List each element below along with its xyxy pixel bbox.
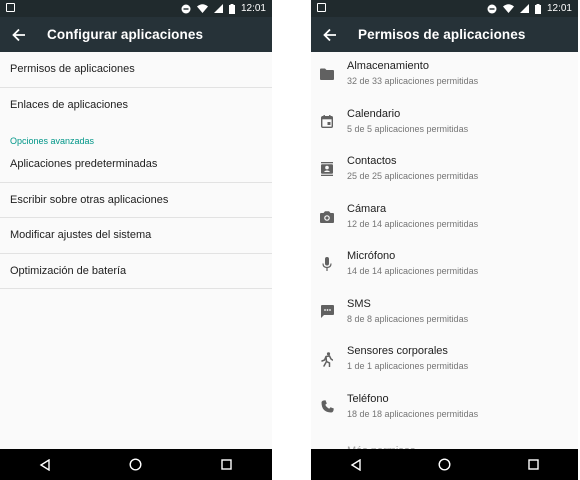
menu-item-bateria[interactable]: Optimización de batería	[0, 254, 272, 289]
calendar-icon	[319, 114, 335, 130]
permission-count: 32 de 33 aplicaciones permitidas	[347, 76, 479, 86]
home-nav-icon[interactable]	[126, 455, 146, 475]
menu-item-label: Modificar ajustes del sistema	[10, 229, 152, 242]
signal-icon	[519, 4, 529, 13]
menu-item-predeterminadas[interactable]: Aplicaciones predeterminadas	[0, 147, 272, 183]
permission-item-sensores[interactable]: Sensores corporales 1 de 1 aplicaciones …	[311, 337, 578, 385]
status-bar: 12:01	[311, 0, 578, 17]
menu-item-label: Enlaces de aplicaciones	[10, 99, 129, 112]
permission-count: 1 de 1 aplicaciones permitidas	[347, 361, 469, 371]
permission-count: 18 de 18 aplicaciones permitidas	[347, 408, 479, 419]
page-title: Configurar aplicaciones	[47, 27, 204, 42]
permission-name: Cámara	[347, 202, 387, 215]
phone-screen-left: 12:01 Configurar aplicaciones Permisos d…	[0, 0, 272, 480]
notification-icon	[6, 3, 15, 12]
phone-icon	[319, 399, 335, 415]
permission-item-telefono[interactable]: Teléfono 18 de 18 aplicaciones permitida…	[311, 385, 578, 433]
permission-item-contactos[interactable]: Contactos 25 de 25 aplicaciones permitid…	[311, 147, 578, 195]
section-header-advanced: Opciones avanzadas	[10, 136, 95, 146]
permission-count: 12 de 14 aplicaciones permitidas	[347, 218, 479, 229]
signal-icon	[213, 4, 223, 13]
battery-icon	[228, 3, 235, 14]
permission-item-almacenamiento[interactable]: Almacenamiento 32 de 33 aplicaciones per…	[311, 52, 578, 100]
status-time: 12:01	[240, 3, 266, 14]
wifi-icon	[502, 4, 514, 13]
permission-count: 25 de 25 aplicaciones permitidas	[347, 171, 479, 181]
permission-item-calendario[interactable]: Calendario 5 de 5 aplicaciones permitida…	[311, 100, 578, 148]
permission-name: Contactos	[347, 155, 397, 167]
permission-name: Micrófono	[347, 250, 396, 262]
microphone-icon	[319, 256, 335, 272]
phone-screen-right: 12:01 Permisos de aplicaciones Almacenam…	[311, 0, 578, 480]
settings-list: Permisos de aplicaciones Enlaces de apli…	[0, 52, 272, 449]
battery-icon	[534, 3, 541, 14]
permission-count: 5 de 5 aplicaciones permitidas	[347, 123, 469, 134]
permission-count: 14 de 14 aplicaciones permitidas	[347, 266, 479, 276]
permission-name: SMS	[347, 297, 371, 310]
menu-item-enlaces[interactable]: Enlaces de aplicaciones	[0, 88, 272, 124]
do-not-disturb-icon	[181, 4, 191, 14]
permission-name: Teléfono	[347, 392, 389, 405]
permission-item-microfono[interactable]: Micrófono 14 de 14 aplicaciones permitid…	[311, 242, 578, 290]
permission-name: Almacenamiento	[347, 60, 429, 72]
camera-icon	[319, 209, 335, 225]
menu-item-label: Aplicaciones predeterminadas	[10, 158, 158, 171]
menu-item-modificar[interactable]: Modificar ajustes del sistema	[0, 218, 272, 254]
contacts-icon	[319, 161, 335, 177]
permission-count: 8 de 8 aplicaciones permitidas	[347, 313, 469, 324]
status-time: 12:01	[546, 3, 572, 14]
recents-nav-icon[interactable]	[524, 455, 544, 475]
recents-nav-icon[interactable]	[217, 455, 237, 475]
back-nav-icon[interactable]	[346, 455, 366, 475]
page-title: Permisos de aplicaciones	[358, 27, 526, 42]
back-arrow-icon[interactable]	[10, 26, 28, 44]
sms-icon	[319, 304, 335, 320]
menu-item-label: Permisos de aplicaciones	[10, 63, 135, 76]
permissions-list: Almacenamiento 32 de 33 aplicaciones per…	[311, 52, 578, 453]
menu-item-permisos[interactable]: Permisos de aplicaciones	[0, 52, 272, 88]
home-nav-icon[interactable]	[435, 455, 455, 475]
menu-item-label: Escribir sobre otras aplicaciones	[10, 193, 169, 206]
app-bar: Permisos de aplicaciones	[311, 17, 578, 52]
body-sensor-icon	[319, 351, 335, 367]
permission-name: Calendario	[347, 107, 401, 120]
do-not-disturb-icon	[487, 4, 497, 14]
back-nav-icon[interactable]	[35, 455, 55, 475]
permission-name: Sensores corporales	[347, 345, 448, 357]
navigation-bar	[0, 449, 272, 480]
notification-icon	[317, 3, 326, 12]
permission-item-camara[interactable]: Cámara 12 de 14 aplicaciones permitidas	[311, 195, 578, 243]
navigation-bar	[311, 449, 578, 480]
menu-item-escribir[interactable]: Escribir sobre otras aplicaciones	[0, 183, 272, 218]
app-bar: Configurar aplicaciones	[0, 17, 272, 52]
folder-icon	[319, 66, 335, 82]
menu-item-label: Optimización de batería	[10, 264, 127, 277]
status-bar: 12:01	[0, 0, 272, 17]
permission-item-sms[interactable]: SMS 8 de 8 aplicaciones permitidas	[311, 290, 578, 338]
back-arrow-icon[interactable]	[321, 26, 339, 44]
wifi-icon	[196, 4, 208, 13]
